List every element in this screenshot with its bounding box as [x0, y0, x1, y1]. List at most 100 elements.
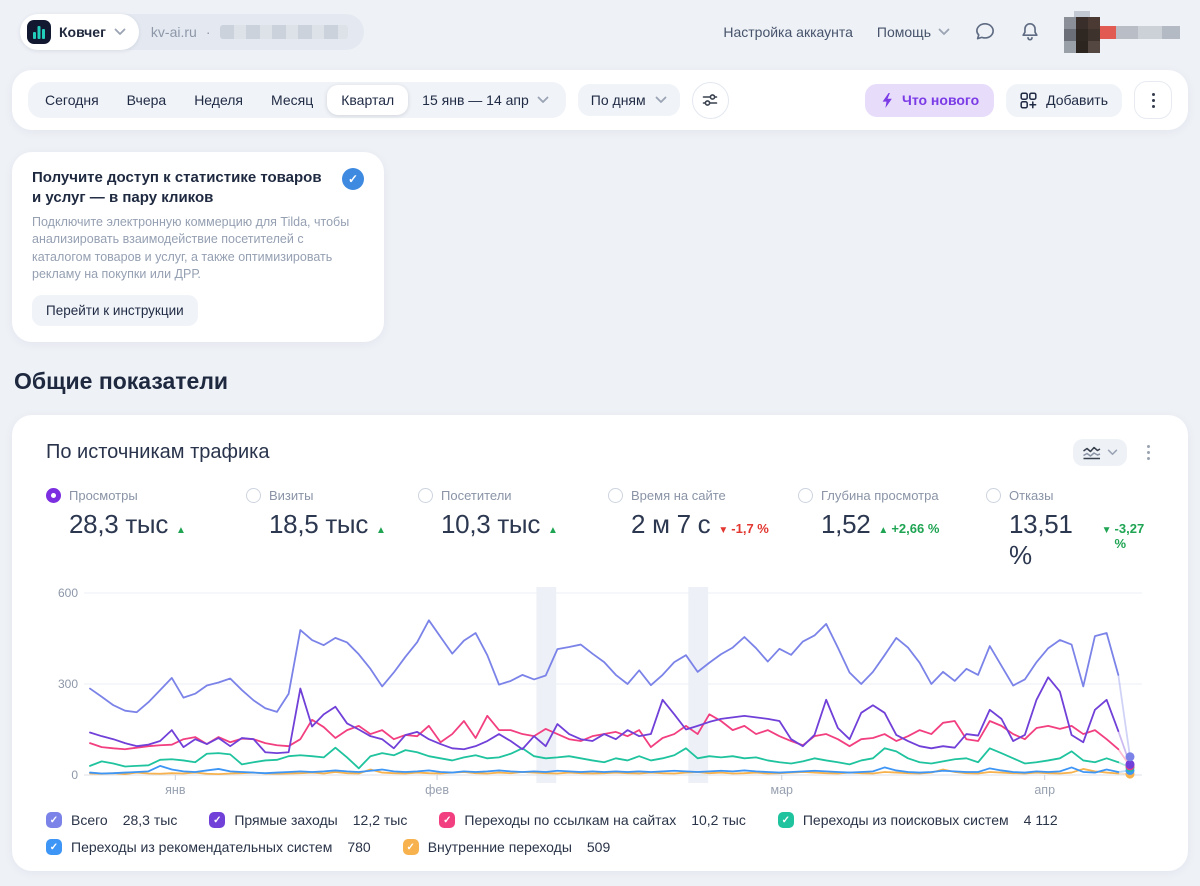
- legend-row: ✓ Всего 28,3 тыс ✓ Прямые заходы 12,2 тыс ✓ Пер…: [46, 812, 1154, 828]
- add-widget-button[interactable]: Добавить: [1006, 83, 1122, 117]
- user-account[interactable]: [1064, 11, 1180, 53]
- promo-title: Получите доступ к статистике товаров и у…: [32, 169, 322, 206]
- metric-label: Визиты: [269, 488, 314, 503]
- metric-visitors[interactable]: Посетители 10,3 тыс ▲: [418, 488, 608, 571]
- counter-selector[interactable]: Ковчег: [20, 14, 139, 50]
- metric-radio[interactable]: [246, 488, 261, 503]
- chevron-down-icon: [938, 28, 950, 35]
- counter-selector-group: Ковчег kv-ai.ru ·: [20, 14, 364, 50]
- granularity-select[interactable]: По дням: [577, 84, 680, 116]
- card-title: По источникам трафика: [46, 441, 270, 463]
- legend-value: 780: [347, 839, 371, 855]
- period-segmented-control: Сегодня Вчера Неделя Месяц Квартал 15 ян…: [28, 82, 566, 118]
- counter-site[interactable]: kv-ai.ru ·: [139, 24, 364, 40]
- legend-checkbox[interactable]: ✓: [439, 812, 456, 828]
- metric-label: Время на сайте: [631, 488, 726, 503]
- metric-radio[interactable]: [986, 488, 1001, 503]
- add-widget-label: Добавить: [1046, 92, 1108, 108]
- legend-item[interactable]: ✓ Всего 28,3 тыс: [46, 812, 177, 828]
- promo-description: Подключите электронную коммерцию для Til…: [32, 215, 350, 281]
- period-month[interactable]: Месяц: [257, 85, 327, 115]
- svg-text:янв: янв: [165, 783, 186, 797]
- promo-card: Получите доступ к статистике товаров и у…: [12, 152, 384, 342]
- top-bar-right: Настройка аккаунта Помощь: [723, 11, 1180, 53]
- avatar: [1064, 17, 1100, 53]
- metric-radio[interactable]: [46, 488, 61, 503]
- legend-checkbox[interactable]: ✓: [209, 812, 226, 828]
- metric-radio[interactable]: [608, 488, 623, 503]
- chart-type-select[interactable]: [1073, 439, 1127, 466]
- metric-value: 18,5 тыс: [269, 509, 369, 539]
- metric-value: 13,51 %: [1009, 509, 1073, 570]
- metrics-row: Просмотры 28,3 тыс ▲ Визиты 18,5 тыс ▲ Пос…: [46, 488, 1154, 571]
- legend-checkbox[interactable]: ✓: [402, 839, 419, 855]
- legend-item[interactable]: ✓ Переходы из поисковых систем 4 112: [777, 812, 1058, 828]
- counter-name: Ковчег: [59, 24, 106, 40]
- date-range-picker[interactable]: 15 янв — 14 апр: [408, 85, 563, 115]
- metric-radio[interactable]: [798, 488, 813, 503]
- sliders-icon: [702, 94, 718, 106]
- site-domain: kv-ai.ru: [150, 24, 197, 40]
- period-quarter[interactable]: Квартал: [327, 85, 409, 115]
- notifications-bell-icon[interactable]: [1020, 21, 1040, 43]
- chat-bubble-icon[interactable]: [974, 21, 996, 43]
- toolbar-more-button[interactable]: [1134, 81, 1172, 119]
- legend-label: Прямые заходы: [234, 812, 338, 828]
- period-today[interactable]: Сегодня: [31, 85, 113, 115]
- metric-delta: ▲: [176, 525, 186, 536]
- page-title: Общие показатели: [14, 368, 229, 394]
- legend-label: Всего: [71, 812, 108, 828]
- metric-label: Посетители: [441, 488, 512, 503]
- metric-delta: ▲: [376, 525, 386, 536]
- metric-delta: ▼ -1,7 %: [718, 521, 769, 536]
- legend-item[interactable]: ✓ Внутренние переходы 509: [402, 839, 611, 855]
- metric-radio[interactable]: [418, 488, 433, 503]
- segments-filter-button[interactable]: [691, 81, 729, 119]
- top-bar: Ковчег kv-ai.ru · Настройка аккаунта Пом…: [0, 0, 1200, 60]
- period-yesterday[interactable]: Вчера: [113, 85, 181, 115]
- lightning-icon: [882, 92, 892, 108]
- check-circle-icon: ✓: [342, 168, 364, 190]
- metric-label: Отказы: [1009, 488, 1054, 503]
- granularity-label: По дням: [590, 92, 646, 108]
- metric-delta: ▲: [548, 525, 558, 536]
- legend-checkbox[interactable]: ✓: [46, 839, 62, 855]
- metric-delta: ▼ -3,27 %: [1101, 521, 1145, 551]
- metric-visits[interactable]: Визиты 18,5 тыс ▲: [246, 488, 418, 571]
- legend-checkbox[interactable]: ✓: [46, 812, 62, 828]
- promo-instruction-button[interactable]: Перейти к инструкции: [32, 295, 198, 326]
- redacted-user-name: [1100, 25, 1180, 39]
- whats-new-button[interactable]: Что нового: [864, 83, 995, 117]
- metric-value: 2 м 7 с: [631, 509, 711, 539]
- legend-value: 4 112: [1023, 812, 1058, 828]
- legend-item[interactable]: ✓ Переходы из рекомендательных систем 780: [46, 839, 371, 855]
- legend-label: Внутренние переходы: [427, 839, 572, 855]
- whats-new-label: Что нового: [901, 92, 980, 108]
- metric-views[interactable]: Просмотры 28,3 тыс ▲: [46, 488, 246, 571]
- metric-bounces[interactable]: Отказы 13,51 % ▼ -3,27 %: [986, 488, 1154, 571]
- legend-value: 28,3 тыс: [122, 812, 178, 828]
- legend-checkbox[interactable]: ✓: [777, 812, 794, 828]
- chevron-down-icon: [1107, 449, 1118, 456]
- svg-text:апр: апр: [1034, 783, 1055, 797]
- chevron-down-icon: [537, 96, 549, 103]
- metrica-logo-icon: [27, 20, 51, 44]
- legend-item[interactable]: ✓ Прямые заходы 12,2 тыс: [209, 812, 407, 828]
- card-more-button[interactable]: [1143, 441, 1154, 464]
- help-label: Помощь: [876, 24, 931, 40]
- account-settings-link[interactable]: Настройка аккаунта: [723, 24, 853, 40]
- period-week[interactable]: Неделя: [180, 85, 257, 115]
- help-menu[interactable]: Помощь: [877, 24, 950, 40]
- metric-label: Глубина просмотра: [821, 488, 939, 503]
- legend-value: 509: [586, 839, 611, 855]
- chart-legend: ✓ Всего 28,3 тыс ✓ Прямые заходы 12,2 тыс ✓ Пер…: [46, 812, 1154, 855]
- separator-dot: ·: [205, 24, 211, 40]
- metric-depth[interactable]: Глубина просмотра 1,52 ▲ +2,66 %: [798, 488, 986, 571]
- svg-text:600: 600: [58, 587, 78, 600]
- metric-value: 1,52: [821, 509, 871, 539]
- chevron-down-icon: [114, 28, 126, 35]
- traffic-line-chart[interactable]: 0 300 600 янв фев мар апр: [46, 587, 1156, 801]
- metric-time-on-site[interactable]: Время на сайте 2 м 7 с ▼ -1,7 %: [608, 488, 798, 571]
- legend-item[interactable]: ✓ Переходы по ссылкам на сайтах 10,2 тыс: [439, 812, 746, 828]
- legend-value: 10,2 тыс: [691, 812, 746, 828]
